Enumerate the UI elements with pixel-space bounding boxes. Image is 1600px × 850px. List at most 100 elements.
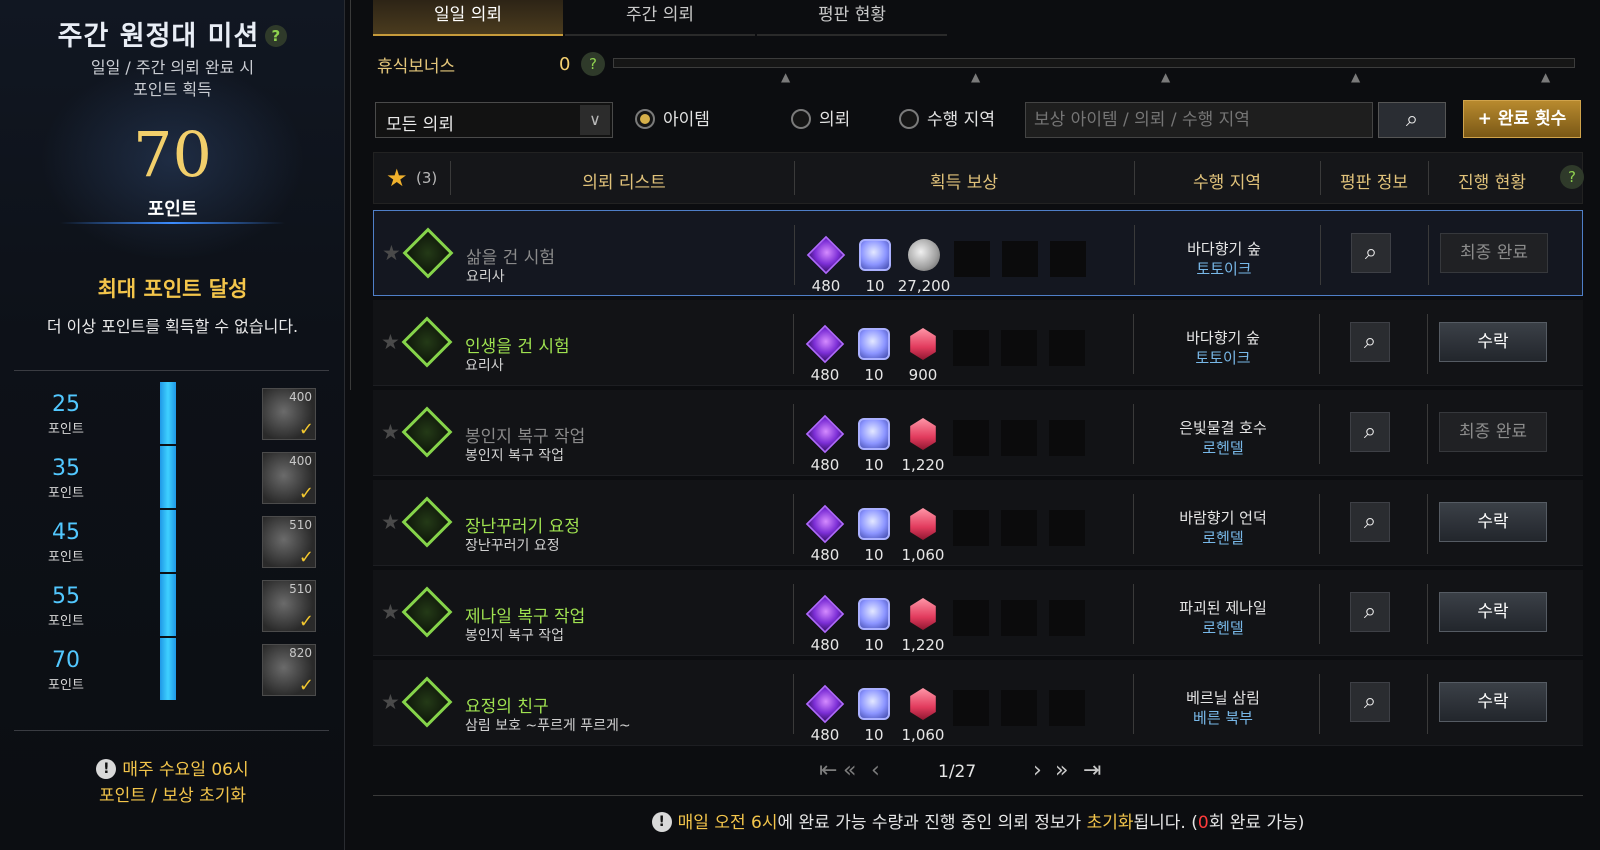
panel-title: 주간 원정대 미션? <box>0 14 345 53</box>
reward-item[interactable]: 1,220 <box>902 416 944 474</box>
region-info: 파괴된 제나일로헨델 <box>1133 598 1313 638</box>
reward-item[interactable]: 480 <box>805 594 845 654</box>
reputation-info-button[interactable]: ⌕ <box>1351 233 1391 273</box>
reward-item[interactable]: 10 <box>854 596 894 654</box>
tier-points: 55 <box>52 584 80 609</box>
purple-gem-icon <box>806 235 846 275</box>
help-icon[interactable]: ? <box>265 25 288 47</box>
star-icon[interactable]: ★ <box>381 330 400 354</box>
star-icon[interactable]: ★ <box>381 420 400 444</box>
tier-points: 70 <box>52 648 80 673</box>
accept-button[interactable]: 수락 <box>1439 682 1547 722</box>
reward-item[interactable]: 10 <box>854 326 894 384</box>
purple-gem-icon <box>805 684 845 724</box>
tier-unit: 포인트 <box>48 422 84 437</box>
tier-reward-icon[interactable]: 820 ✓ <box>262 644 316 696</box>
quest-icon <box>402 227 454 279</box>
help-icon[interactable]: ? <box>581 52 605 76</box>
blue-gem-icon <box>859 239 891 271</box>
empty-slot <box>1001 600 1037 636</box>
footer-reset: 초기화 <box>1086 813 1134 833</box>
reward-item[interactable]: 1,220 <box>902 596 944 654</box>
empty-slot <box>954 241 990 277</box>
reward-item[interactable]: 1,060 <box>902 686 944 744</box>
reputation-info-button[interactable]: ⌕ <box>1350 322 1390 362</box>
final-complete-button[interactable]: 최종 완료 <box>1439 412 1547 452</box>
tier-item: 35 포인트 400 ✓ <box>14 446 329 510</box>
reward-item[interactable]: 10 <box>855 237 895 295</box>
tab-daily[interactable]: 일일 의뢰 <box>373 0 563 36</box>
reset-line1: 매주 수요일 06시 <box>122 760 249 780</box>
search-button[interactable]: ⌕ <box>1378 102 1446 138</box>
table-row[interactable]: ★ 요정의 친구 삼림 보호 ~푸르게 푸르게~ 480 10 1,060 베르… <box>373 660 1583 746</box>
region-name: 파괴된 제나일 <box>1179 599 1267 617</box>
reward-item[interactable]: 480 <box>806 235 846 295</box>
prev-10-pages-icon[interactable]: « <box>843 758 856 783</box>
prev-page-icon[interactable]: ‹ <box>871 758 880 783</box>
region-area: 로헨델 <box>1202 619 1244 637</box>
tier-progress-bar <box>160 638 176 700</box>
help-icon[interactable]: ? <box>1560 165 1584 189</box>
reputation-info-button[interactable]: ⌕ <box>1350 412 1390 452</box>
tier-reward-icon[interactable]: 400 ✓ <box>262 452 316 504</box>
table-row[interactable]: ★ 장난꾸러기 요정 장난꾸러기 요정 480 10 1,060 바람향기 언덕… <box>373 480 1583 566</box>
star-icon[interactable]: ★ <box>386 164 408 192</box>
add-completion-count-button[interactable]: + 완료 횟수 <box>1463 100 1581 138</box>
chevron-down-icon[interactable]: ∨ <box>580 105 610 135</box>
footer-text: 회 완료 가능) <box>1208 813 1305 833</box>
star-icon[interactable]: ★ <box>382 241 401 265</box>
reputation-info-button[interactable]: ⌕ <box>1350 592 1390 632</box>
reward-item[interactable]: 27,200 <box>898 237 950 295</box>
quest-subtitle: 요리사 <box>465 358 504 374</box>
radio-quest[interactable]: 의뢰 <box>791 108 850 132</box>
reward-item[interactable]: 480 <box>805 324 845 384</box>
reward-item[interactable]: 480 <box>805 414 845 474</box>
reward-item[interactable]: 900 <box>903 326 943 384</box>
quest-icon <box>401 676 453 728</box>
last-page-icon[interactable]: ⇥ <box>1083 758 1101 783</box>
reward-item[interactable]: 10 <box>854 416 894 474</box>
final-complete-button[interactable]: 최종 완료 <box>1440 233 1548 273</box>
table-row[interactable]: ★ 제나일 복구 작업 봉인지 복구 작업 480 10 1,220 파괴된 제… <box>373 570 1583 656</box>
tier-reward-icon[interactable]: 400 ✓ <box>262 388 316 440</box>
reset-line2: 포인트 / 보상 초기화 <box>98 786 247 806</box>
table-row[interactable]: ★ 봉인지 복구 작업 봉인지 복구 작업 480 10 1,220 은빛물결 … <box>373 390 1583 476</box>
empty-slot <box>953 330 989 366</box>
reward-item[interactable]: 10 <box>854 686 894 744</box>
tab-weekly[interactable]: 주간 의뢰 <box>565 0 755 36</box>
warning-icon: ! <box>96 759 117 779</box>
reward-item[interactable]: 480 <box>805 684 845 744</box>
red-crystal-icon <box>910 328 936 360</box>
accept-button[interactable]: 수락 <box>1439 502 1547 542</box>
table-row[interactable]: ★ 삶을 건 시험 요리사 480 10 27,200 바다향기 숲 토토이크 ⌕… <box>373 210 1583 296</box>
quest-type-select[interactable]: 모든 의뢰 ∨ <box>375 102 613 138</box>
first-page-icon[interactable]: ⇤ <box>819 758 837 783</box>
reputation-info-button[interactable]: ⌕ <box>1350 682 1390 722</box>
tier-reward-icon[interactable]: 510 ✓ <box>262 516 316 568</box>
radio-items[interactable]: 아이템 <box>635 108 710 132</box>
empty-slot <box>1049 510 1085 546</box>
reward-item[interactable]: 1,060 <box>902 506 944 564</box>
accept-button[interactable]: 수락 <box>1439 592 1547 632</box>
search-icon: ⌕ <box>1405 107 1419 132</box>
accept-button[interactable]: 수락 <box>1439 322 1547 362</box>
tier-reward-icon[interactable]: 510 ✓ <box>262 580 316 632</box>
max-points-title: 최대 포인트 달성 <box>97 277 248 301</box>
star-icon[interactable]: ★ <box>381 510 400 534</box>
reputation-info-button[interactable]: ⌕ <box>1350 502 1390 542</box>
empty-slot <box>1001 510 1037 546</box>
reward-item[interactable]: 480 <box>805 504 845 564</box>
radio-region[interactable]: 수행 지역 <box>899 108 995 132</box>
table-row[interactable]: ★ 인생을 건 시험 요리사 480 10 900 바다향기 숲 토토이크 ⌕ 수… <box>373 300 1583 386</box>
divider <box>14 370 329 371</box>
search-input[interactable] <box>1025 102 1373 138</box>
star-icon[interactable]: ★ <box>381 690 400 714</box>
header-quest-list: 의뢰 리스트 <box>582 173 666 193</box>
next-page-icon[interactable]: › <box>1033 758 1042 783</box>
star-icon[interactable]: ★ <box>381 600 400 624</box>
next-10-pages-icon[interactable]: » <box>1055 758 1068 783</box>
footer-text: 에 완료 가능 수량과 진행 중인 의뢰 정보가 <box>777 813 1087 833</box>
weekly-mission-panel: 주간 원정대 미션? 일일 / 주간 의뢰 완료 시 포인트 획득 70 포인트 … <box>0 0 345 850</box>
tab-reputation[interactable]: 평판 현황 <box>757 0 947 36</box>
reward-item[interactable]: 10 <box>854 506 894 564</box>
